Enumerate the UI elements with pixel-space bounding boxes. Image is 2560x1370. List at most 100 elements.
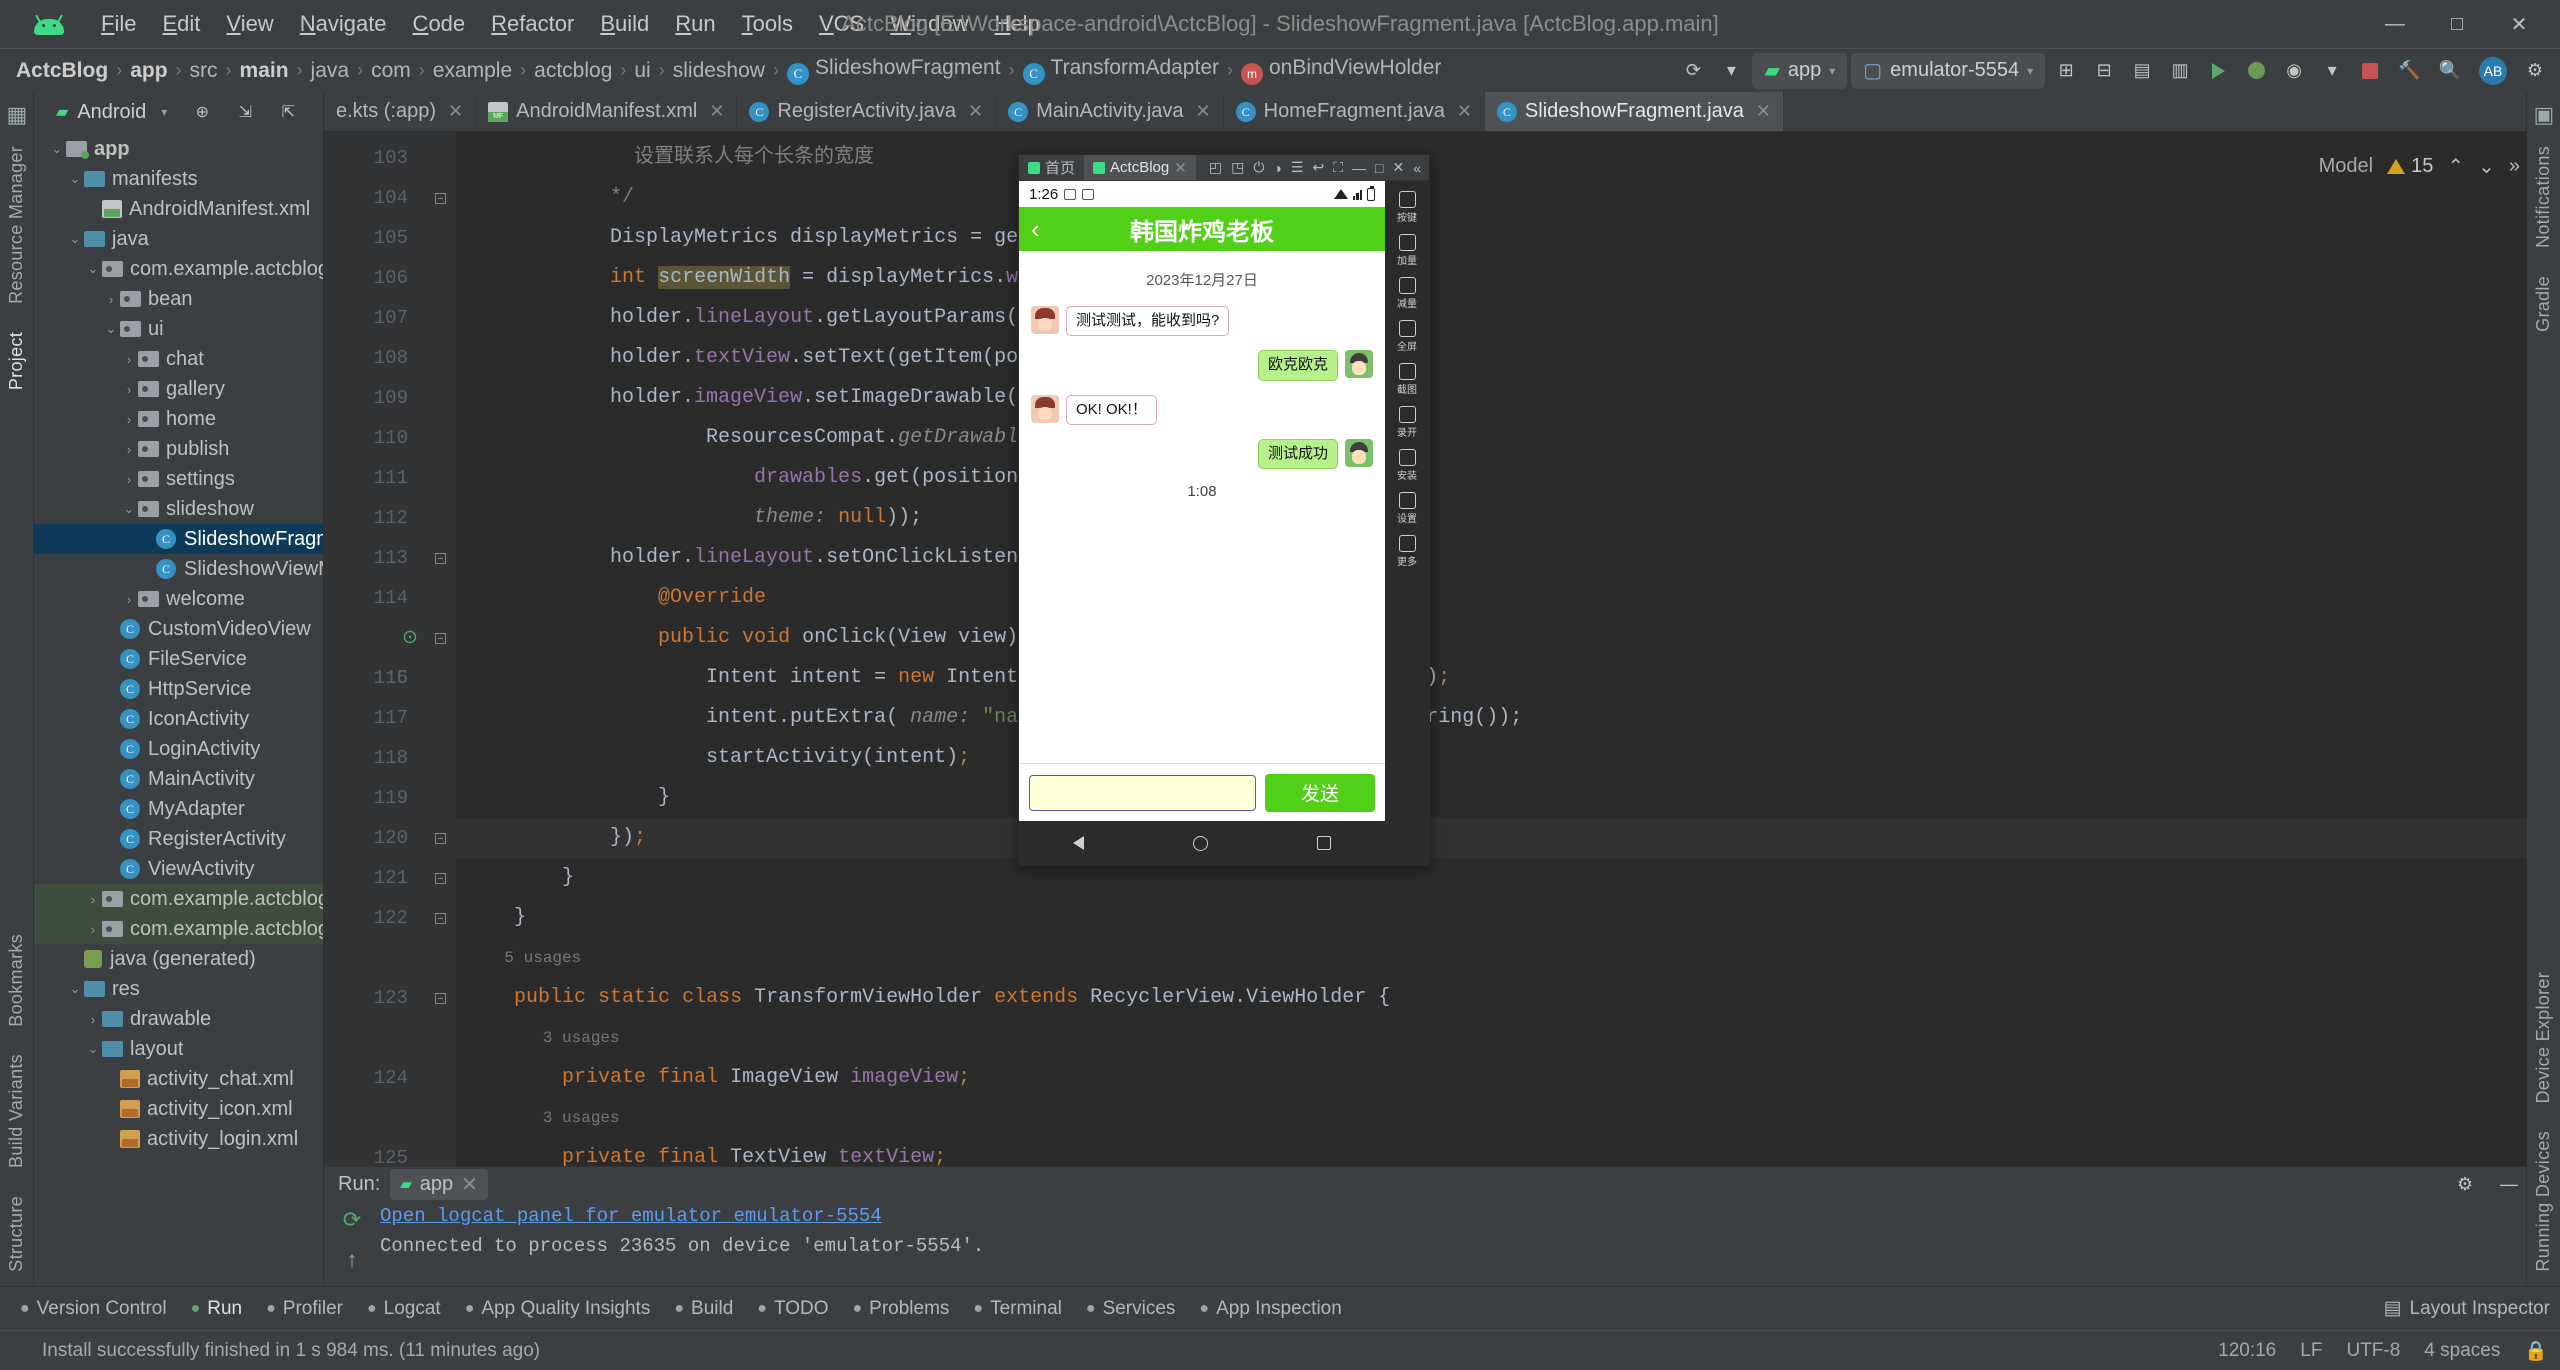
send-button[interactable]: 发送 [1265, 773, 1375, 812]
tree-node[interactable]: ⌄ ui [34, 314, 323, 344]
chevron-right-icon[interactable]: › [120, 352, 138, 367]
fold-marker[interactable] [424, 538, 456, 578]
breadcrumb-item-com[interactable]: com [365, 59, 417, 83]
maximize-button[interactable]: □ [2426, 2, 2488, 46]
implementation-icon[interactable]: ⊙ [402, 618, 418, 658]
tree-node[interactable]: ›com.example.actcblog(androidTest) [34, 884, 323, 914]
breadcrumb-item-java[interactable]: java [305, 59, 356, 83]
breadcrumb-item-onbindviewholder[interactable]: m onBindViewHolder [1235, 56, 1447, 85]
more-icon[interactable]: « [1413, 160, 1421, 176]
sync-icon[interactable]: ⟳ [1676, 54, 1710, 88]
breadcrumb-item-main[interactable]: main [234, 59, 295, 83]
indent-setting[interactable]: 4 spaces [2412, 1340, 2512, 1362]
statusbar-profiler[interactable]: ● Profiler [254, 1298, 355, 1320]
more-run-icon[interactable]: ▾ [2315, 54, 2349, 88]
device-manager-icon[interactable]: ▥ [2163, 54, 2197, 88]
tree-node[interactable]: ⌄ java [34, 224, 323, 254]
menu-refactor[interactable]: Refactor [478, 7, 587, 41]
chevron-up-icon[interactable]: ⌃ [2447, 154, 2464, 179]
menu-view[interactable]: View [213, 7, 286, 41]
emulator-tab-home[interactable]: 首页 [1019, 155, 1084, 180]
rail-resource-manager[interactable]: Resource Manager [6, 132, 27, 318]
editor-tab-mainactivity-java[interactable]: C MainActivity.java ✕ [996, 92, 1224, 131]
tree-node[interactable]: › bean [34, 284, 323, 314]
statusbar-todo[interactable]: ● TODO [745, 1298, 840, 1320]
close-icon[interactable]: ✕ [968, 101, 983, 122]
close-icon[interactable]: ✕ [1196, 101, 1211, 122]
tree-node[interactable]: › settings [34, 464, 323, 494]
power-icon[interactable]: ⏻ [1253, 159, 1264, 176]
rail-device-explorer[interactable]: Device Explorer [2533, 958, 2554, 1118]
tree-node[interactable]: ›com.example.actcblog(test) [34, 914, 323, 944]
tree-node[interactable]: › chat [34, 344, 323, 374]
menu-icon[interactable]: ☰ [1291, 159, 1304, 176]
chevron-right-icon[interactable]: › [120, 412, 138, 427]
recents-nav-icon[interactable] [1316, 836, 1331, 850]
tree-node[interactable]: C SlideshowViewModel [34, 554, 323, 584]
stop-button[interactable] [2353, 54, 2387, 88]
close-button[interactable]: ✕ [2488, 2, 2550, 46]
editor-tab-androidmanifest-xml[interactable]: AndroidManifest.xml ✕ [476, 92, 738, 131]
sdk-manager-icon[interactable]: ⊞ [2049, 54, 2083, 88]
breadcrumb-item-slideshow[interactable]: slideshow [667, 59, 771, 83]
tree-node[interactable]: C FileService [34, 644, 323, 674]
statusbar-services[interactable]: ● Services [1074, 1298, 1188, 1320]
chevron-right-icon[interactable]: › [120, 592, 138, 607]
expand-all-icon[interactable]: ⇲ [228, 95, 262, 129]
emulator-fullscreen-icon[interactable]: 全屏 [1387, 316, 1427, 357]
minimize-icon[interactable]: — [1352, 160, 1366, 176]
statusbar-build[interactable]: ● Build [662, 1298, 745, 1320]
tree-node[interactable]: ⌄ res [34, 974, 323, 1004]
line-separator[interactable]: LF [2288, 1340, 2334, 1362]
warning-count-badge[interactable]: 15 [2387, 155, 2433, 178]
chat-message-list[interactable]: 2023年12月27日 测试测试，能收到吗? 欧克欧克 OK! OK!！ 测试成功 1… [1019, 251, 1385, 763]
tree-node[interactable]: activity_icon.xml [34, 1094, 323, 1124]
tree-node[interactable]: ⌄ layout [34, 1034, 323, 1064]
rail-build-variants[interactable]: Build Variants [6, 1040, 27, 1182]
tree-node[interactable]: ⌄ app [34, 134, 323, 164]
code-folding-gutter[interactable] [424, 132, 456, 1166]
resource-manager-icon[interactable]: ▦ [7, 102, 28, 127]
tree-node[interactable]: › gallery [34, 374, 323, 404]
emulator-screenshot-icon[interactable]: 截图 [1387, 359, 1427, 400]
emulator-volume-up-icon[interactable]: 加量 [1387, 230, 1427, 271]
volume-icon[interactable]: ◑ [1273, 160, 1281, 176]
breadcrumb-item-transformadapter[interactable]: C TransformAdapter [1017, 56, 1225, 85]
avd-manager-icon[interactable]: ⊟ [2087, 54, 2121, 88]
tree-node[interactable]: ⌄ manifests [34, 164, 323, 194]
chevron-down-icon[interactable]: ⌄ [102, 321, 120, 337]
menu-file[interactable]: File [88, 7, 149, 41]
code-text[interactable]: 设置联系人每个长条的宽度 */ DisplayMetrics displayMe… [456, 132, 2526, 1166]
rail-bookmarks[interactable]: Bookmarks [6, 920, 27, 1041]
emulator-record-icon[interactable]: 录开 [1387, 402, 1427, 443]
model-icon[interactable]: ▣ [2534, 102, 2555, 127]
locate-icon[interactable]: ⊕ [185, 95, 219, 129]
fold-marker[interactable] [424, 978, 456, 1018]
fold-marker[interactable] [424, 618, 456, 658]
fullscreen-icon[interactable]: ⛶ [1333, 159, 1343, 176]
more-inspections-icon[interactable]: » [2509, 155, 2520, 178]
minimize-icon[interactable]: — [2492, 1167, 2526, 1201]
back-nav-icon[interactable] [1073, 836, 1085, 850]
layout-editor-icon[interactable]: ▤ [2125, 54, 2159, 88]
tree-node[interactable]: › welcome [34, 584, 323, 614]
statusbar-app-quality-insights[interactable]: ● App Quality Insights [453, 1298, 663, 1320]
chevron-left-icon[interactable]: ‹ [1031, 216, 1040, 242]
search-everywhere-icon[interactable]: 🔍 [2432, 54, 2468, 88]
breadcrumb-item-ui[interactable]: ui [628, 59, 656, 83]
chat-message-input[interactable] [1029, 774, 1256, 811]
home-nav-icon[interactable] [1192, 835, 1208, 851]
tree-node[interactable]: activity_chat.xml [34, 1064, 323, 1094]
debug-button[interactable] [2239, 54, 2273, 88]
editor-tab-slideshowfragment-java[interactable]: C SlideshowFragment.java ✕ [1484, 92, 1785, 131]
tree-node[interactable]: C IconActivity [34, 704, 323, 734]
fold-marker[interactable] [424, 178, 456, 218]
menu-tools[interactable]: Tools [729, 7, 806, 41]
tree-node[interactable]: C MyAdapter [34, 794, 323, 824]
fold-marker[interactable] [424, 858, 456, 898]
tree-node[interactable]: › home [34, 404, 323, 434]
minimize-button[interactable]: — [2364, 2, 2426, 46]
chevron-down-icon[interactable]: ⌄ [48, 141, 66, 157]
rotate-right-icon[interactable]: ◳ [1231, 159, 1244, 176]
breadcrumb-item-actcblog[interactable]: ActcBlog [10, 59, 114, 83]
